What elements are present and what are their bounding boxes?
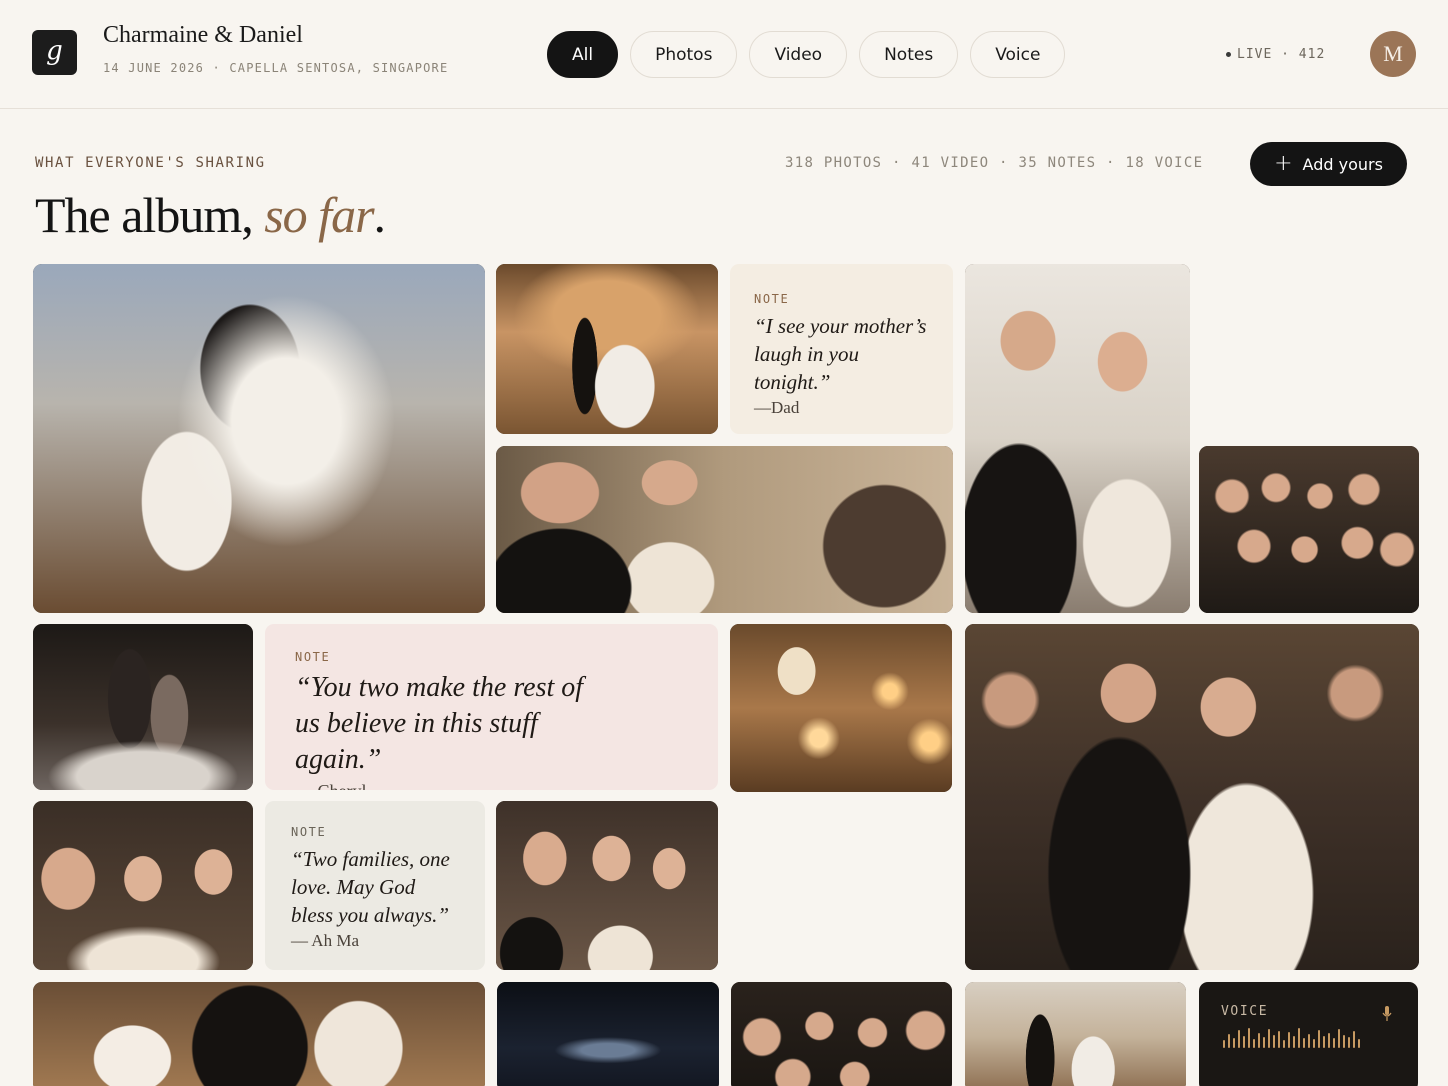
waveform-bar — [1228, 1034, 1230, 1048]
live-count: LIVE · 412 — [1237, 47, 1326, 62]
filter-video[interactable]: Video — [749, 31, 848, 78]
note-tag: NOTE — [295, 650, 331, 664]
waveform-bar — [1358, 1039, 1360, 1048]
photo-cake-closeup[interactable] — [33, 982, 485, 1086]
photo-first-dance[interactable] — [33, 624, 253, 790]
note-card-dad[interactable]: NOTE “I see your mother’s laugh in you t… — [730, 264, 953, 434]
note-tag: NOTE — [291, 825, 327, 839]
media-counts: 318 PHOTOS · 41 VIDEO · 35 NOTES · 18 VO… — [785, 155, 1204, 171]
voice-waveform — [1223, 1026, 1360, 1048]
photo-table-candles[interactable] — [730, 624, 952, 792]
note-quote: “I see your mother’s laugh in you tonigh… — [754, 314, 927, 394]
photo-couple-stage-2[interactable] — [965, 982, 1186, 1086]
waveform-bar — [1288, 1032, 1290, 1048]
add-yours-button[interactable]: + Add yours — [1250, 142, 1407, 186]
waveform-bar — [1328, 1033, 1330, 1048]
waveform-bar — [1293, 1036, 1295, 1048]
page-title: The album, so far. — [35, 186, 386, 244]
waveform-bar — [1258, 1033, 1260, 1048]
photo-marina-night[interactable] — [497, 982, 719, 1086]
section-label: WHAT EVERYONE'S SHARING — [35, 155, 266, 171]
note-card-ah-ma[interactable]: NOTE “Two families, one love. May God bl… — [265, 801, 485, 970]
live-indicator: LIVE · 412 — [1226, 47, 1325, 62]
note-quote: “Two families, one love. May God bless y… — [291, 847, 450, 927]
user-avatar[interactable]: M — [1370, 31, 1416, 77]
waveform-bar — [1303, 1038, 1305, 1048]
waveform-bar — [1283, 1040, 1285, 1048]
note-card-cheryl[interactable]: NOTE “You two make the rest of us believ… — [265, 624, 718, 790]
photo-speech[interactable] — [496, 446, 953, 613]
photo-couple-entrance[interactable] — [965, 624, 1419, 970]
note-author: — Ah Ma — [291, 931, 359, 950]
plus-icon: + — [1274, 151, 1293, 176]
filter-tabs: All Photos Video Notes Voice — [547, 31, 1066, 78]
waveform-bar — [1308, 1034, 1310, 1048]
waveform-bar — [1268, 1029, 1270, 1048]
filter-notes[interactable]: Notes — [859, 31, 959, 78]
voice-note-card[interactable]: VOICE — [1199, 982, 1418, 1086]
waveform-bar — [1323, 1036, 1325, 1048]
note-author: —Dad — [754, 398, 800, 417]
photo-guests-night[interactable] — [731, 982, 952, 1086]
photo-guests-group[interactable] — [1199, 446, 1419, 613]
note-author: — Cheryl — [295, 781, 688, 790]
photo-cake-cutting[interactable] — [33, 264, 485, 613]
couple-names: Charmaine & Daniel — [103, 22, 303, 48]
waveform-bar — [1223, 1040, 1225, 1048]
title-end: . — [373, 187, 386, 243]
waveform-bar — [1318, 1030, 1320, 1048]
waveform-bar — [1243, 1036, 1245, 1048]
top-bar: g Charmaine & Daniel 14 JUNE 2026 · CAPE… — [0, 0, 1448, 109]
waveform-bar — [1248, 1028, 1250, 1048]
filter-photos[interactable]: Photos — [630, 31, 738, 78]
waveform-bar — [1273, 1035, 1275, 1048]
photo-couple-portrait[interactable] — [965, 264, 1190, 613]
title-main: The album, — [35, 187, 254, 243]
photo-selfie-couple[interactable] — [496, 801, 718, 970]
filter-all[interactable]: All — [547, 31, 619, 78]
note-tag: NOTE — [754, 292, 790, 306]
voice-tag: VOICE — [1221, 1004, 1269, 1019]
event-date-location: 14 JUNE 2026 · CAPELLA SENTOSA, SINGAPOR… — [103, 61, 449, 75]
waveform-bar — [1278, 1031, 1280, 1048]
microphone-icon — [1382, 1006, 1392, 1021]
waveform-bar — [1343, 1035, 1345, 1048]
photo-selfie-bridesmaids[interactable] — [33, 801, 253, 970]
waveform-bar — [1298, 1028, 1300, 1048]
photo-couple-stage[interactable] — [496, 264, 718, 434]
live-dot-icon — [1226, 52, 1231, 57]
title-accent: so far — [264, 187, 374, 243]
waveform-bar — [1338, 1029, 1340, 1048]
waveform-bar — [1253, 1039, 1255, 1048]
waveform-bar — [1233, 1038, 1235, 1048]
waveform-bar — [1333, 1038, 1335, 1048]
filter-voice[interactable]: Voice — [970, 31, 1066, 78]
waveform-bar — [1313, 1039, 1315, 1048]
add-yours-label: Add yours — [1302, 154, 1383, 174]
app-logo[interactable]: g — [32, 30, 77, 75]
note-quote: “You two make the rest of us believe in … — [295, 672, 584, 775]
waveform-bar — [1348, 1037, 1350, 1048]
waveform-bar — [1263, 1037, 1265, 1048]
waveform-bar — [1353, 1031, 1355, 1048]
waveform-bar — [1238, 1030, 1240, 1048]
